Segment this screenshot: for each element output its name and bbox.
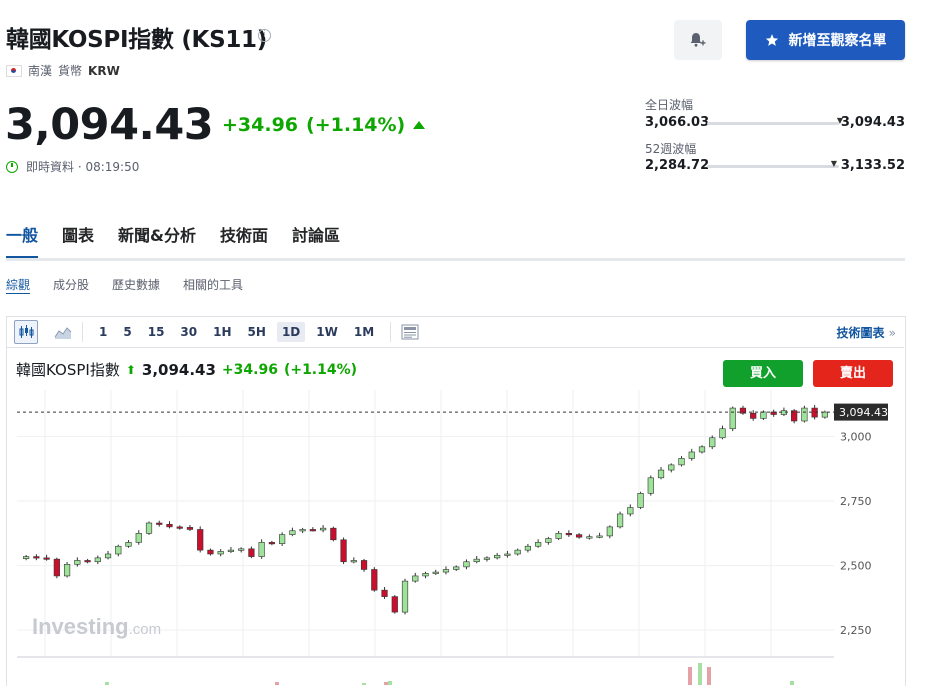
candle-body: [463, 561, 470, 568]
candle-body: [371, 569, 378, 591]
candle-body: [750, 412, 757, 419]
candle-body: [84, 560, 91, 563]
candle-body: [422, 573, 429, 577]
candle-body: [145, 522, 153, 534]
candle-body: [186, 527, 194, 530]
candle-body: [94, 557, 101, 563]
candle-body: [207, 549, 214, 555]
candle-body: [104, 553, 112, 559]
candle-body: [360, 560, 368, 570]
candle-body: [504, 553, 511, 556]
candle-body: [258, 542, 265, 557]
candle-body: [340, 539, 347, 563]
candle-body: [299, 529, 306, 532]
candle-body: [115, 545, 122, 555]
candle-body: [483, 557, 491, 560]
candle-body: [43, 557, 50, 560]
y-tick-label: 2,750: [840, 495, 872, 508]
candle-body: [606, 526, 613, 537]
candle-body: [381, 589, 388, 597]
candle-body: [637, 493, 644, 508]
candle-body: [616, 513, 624, 528]
candle-body: [156, 522, 163, 525]
candle-body: [23, 556, 30, 559]
volume-bar: [388, 681, 392, 685]
candle-body: [586, 536, 593, 539]
candle-body: [391, 596, 398, 613]
candle-body: [401, 580, 409, 613]
candle-body: [494, 554, 501, 559]
volume-bar: [688, 667, 692, 685]
volume-bar: [790, 681, 794, 685]
candle-body: [319, 527, 327, 531]
candle-body: [166, 523, 173, 528]
candle-body: [227, 549, 235, 552]
candle-body: [197, 529, 204, 551]
candle-body: [647, 477, 654, 494]
candle-body: [279, 534, 286, 544]
candle-body: [627, 507, 634, 515]
candle-body: [555, 533, 562, 539]
svg-text:3,094.43: 3,094.43: [839, 406, 888, 419]
candle-body: [432, 571, 439, 574]
candle-body: [698, 446, 706, 453]
candle-body: [760, 411, 767, 419]
candle-body: [176, 526, 183, 529]
price-chart: Investing.com 3,000 2,750 2,500 2,250 3,094…: [17, 390, 888, 685]
candle-body: [217, 551, 224, 555]
candle-body: [350, 560, 357, 563]
candle-body: [412, 575, 419, 582]
candle-body: [535, 542, 542, 547]
candle-body: [565, 533, 572, 536]
candle-body: [719, 428, 726, 439]
candle-body: [524, 545, 532, 551]
candle-body: [678, 458, 685, 466]
candle-body: [453, 566, 460, 570]
candle-body: [473, 558, 480, 563]
candle-body: [330, 527, 337, 541]
candle-body: [442, 569, 450, 573]
candle-body: [74, 560, 81, 565]
y-tick-label: 3,000: [840, 430, 872, 443]
y-tick-label: 2,500: [840, 560, 872, 573]
candle-body: [596, 535, 603, 538]
y-tick-label: 2,250: [840, 624, 872, 637]
volume-bar: [707, 667, 711, 685]
candle-body: [709, 437, 716, 448]
candle-body: [53, 558, 60, 577]
volume-bar: [698, 663, 702, 685]
candle-body: [63, 564, 71, 577]
candle-body: [729, 407, 736, 430]
candle-body: [238, 548, 245, 551]
candle-body: [688, 451, 695, 459]
candle-body: [514, 549, 521, 555]
investing-watermark: Investing.com: [32, 614, 161, 639]
candle-body: [289, 530, 296, 535]
candle-body: [33, 556, 40, 559]
candle-body: [248, 548, 255, 557]
candle-body: [309, 529, 316, 532]
candle-body: [801, 407, 808, 422]
candle-body: [657, 469, 665, 479]
candle-body: [576, 534, 583, 538]
candle-body: [125, 542, 132, 547]
candle-body: [668, 464, 675, 471]
candle-body: [821, 411, 828, 418]
candle-body: [135, 533, 142, 543]
candle-body: [268, 542, 275, 545]
candle-body: [545, 538, 552, 543]
last-price-tag: 3,094.43: [834, 403, 888, 421]
